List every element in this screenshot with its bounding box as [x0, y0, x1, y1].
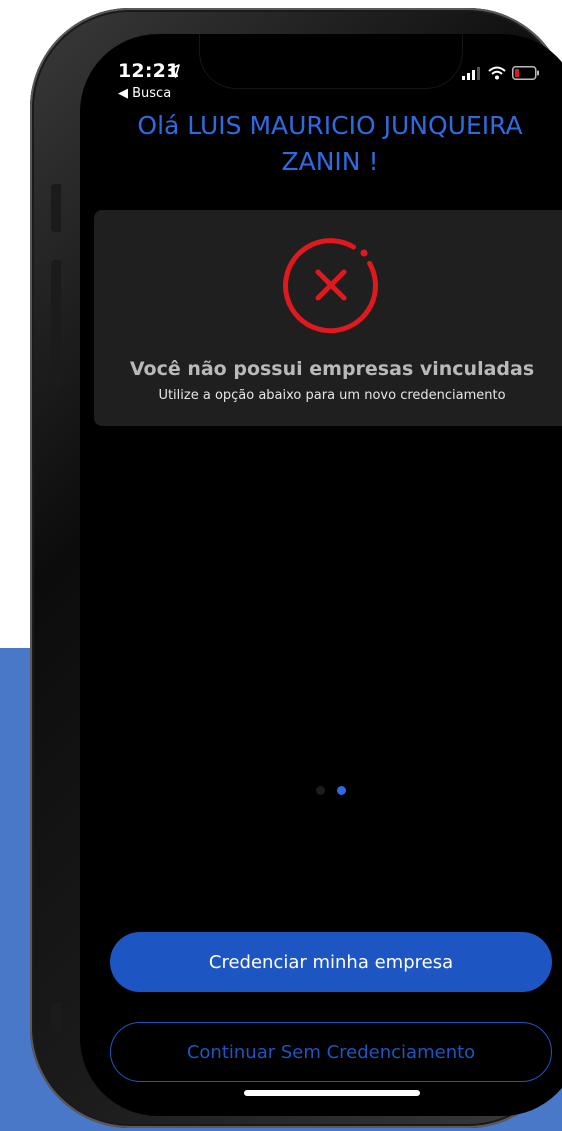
page-dot-active[interactable] [337, 786, 346, 795]
status-indicators [462, 66, 540, 80]
page-indicator [316, 786, 346, 795]
battery-icon [512, 66, 539, 80]
phone-frame: 12:21 ◀ Busca Olá LUIS MAURICIO JUNQUEIR… [30, 8, 562, 1128]
side-button [51, 1002, 61, 1032]
continue-without-registration-button[interactable]: Continuar Sem Credenciamento [110, 1022, 552, 1082]
signal-icon [462, 67, 480, 80]
location-arrow-icon [168, 64, 180, 78]
greeting-line: Olá LUIS MAURICIO JUNQUEIRA [137, 111, 523, 140]
greeting-line: ZANIN ! [281, 147, 379, 176]
back-to-search-link[interactable]: ◀ Busca [118, 86, 171, 101]
side-button [51, 260, 61, 390]
empty-state-title: Você não possui empresas vinculadas [129, 358, 535, 380]
greeting-heading: Olá LUIS MAURICIO JUNQUEIRA ZANIN ! [80, 108, 562, 180]
home-indicator [244, 1090, 420, 1096]
empty-state-card: Você não possui empresas vinculadas Util… [94, 210, 562, 426]
app-screen: 12:21 ◀ Busca Olá LUIS MAURICIO JUNQUEIR… [80, 34, 562, 1116]
page-dot[interactable] [316, 786, 325, 795]
wifi-icon [488, 66, 506, 80]
side-button [51, 184, 61, 232]
notch [200, 34, 462, 88]
empty-state-subtitle: Utilize a opção abaixo para um novo cred… [158, 388, 506, 403]
register-company-button[interactable]: Credenciar minha empresa [110, 932, 552, 992]
x-circle-icon [283, 238, 378, 334]
